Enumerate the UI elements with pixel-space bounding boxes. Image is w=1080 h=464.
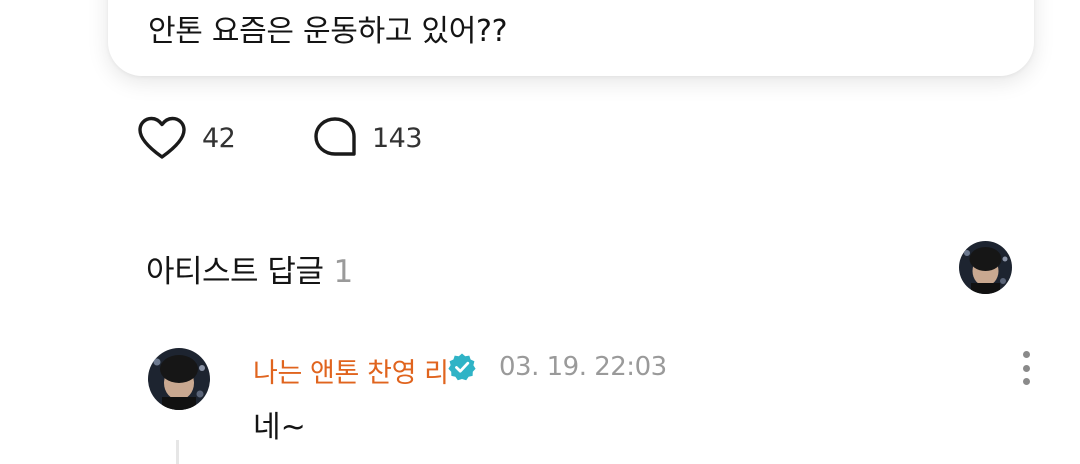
post-card: 안톤 요즘은 운동하고 있어?? — [108, 0, 1034, 76]
reply-author-avatar[interactable] — [148, 348, 210, 410]
artist-avatar[interactable] — [959, 241, 1012, 294]
speech-bubble-icon — [312, 115, 358, 161]
reply-timestamp: 03. 19. 22:03 — [499, 352, 667, 382]
comment-button[interactable]: 143 — [312, 114, 423, 162]
reply-text: 네~ — [253, 410, 306, 445]
more-vertical-icon[interactable] — [1012, 348, 1040, 388]
artist-reply-header: 아티스트 답글 1 — [146, 246, 353, 291]
artist-reply-count: 1 — [333, 254, 353, 290]
comment-count: 143 — [372, 122, 423, 154]
post-detail-screen: 안톤 요즘은 운동하고 있어?? 42 143 아티스트 답글 1 나는 앤톤 … — [0, 0, 1080, 464]
like-count: 42 — [202, 122, 236, 154]
reply-author-name[interactable]: 나는 앤톤 찬영 리 — [253, 351, 449, 390]
heart-outline-icon — [136, 115, 188, 161]
post-text: 안톤 요즘은 운동하고 있어?? — [148, 14, 508, 49]
thread-line — [176, 440, 179, 464]
artist-reply-title: 아티스트 답글 — [146, 254, 324, 290]
like-button[interactable]: 42 — [136, 114, 236, 162]
verified-badge-icon — [447, 352, 477, 382]
